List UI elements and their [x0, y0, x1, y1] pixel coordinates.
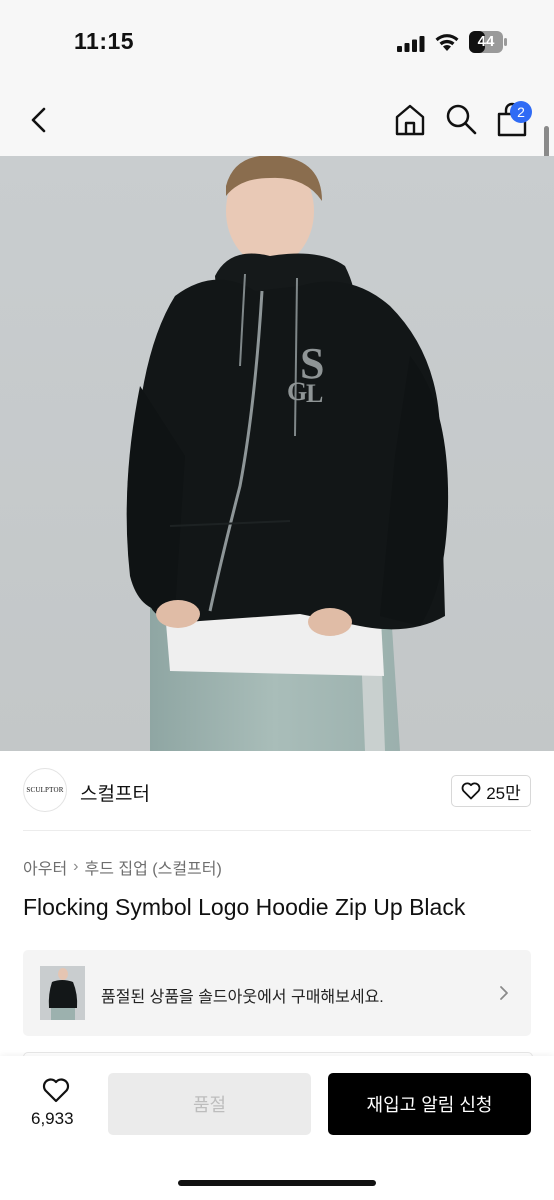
- brand-like-button[interactable]: 25만: [451, 775, 531, 807]
- nav-bar: [0, 84, 554, 156]
- product-title: Flocking Symbol Logo Hoodie Zip Up Black: [23, 894, 466, 920]
- search-icon[interactable]: [444, 102, 478, 136]
- brand-logo-text: SCULPTOR: [26, 786, 64, 794]
- wishlist-heart-icon[interactable]: [42, 1077, 70, 1103]
- svg-text:L: L: [306, 379, 323, 408]
- cart-count-badge: 2: [510, 101, 532, 123]
- battery-level: 44: [477, 33, 495, 50]
- breadcrumb: 아우터 › 후드 집업 (스컬프터): [23, 855, 222, 879]
- brand-logo[interactable]: SCULPTOR: [23, 768, 67, 812]
- wifi-icon: [435, 34, 459, 51]
- restock-notify-button[interactable]: 재입고 알림 신청: [328, 1073, 531, 1135]
- chevron-right-icon: [500, 986, 508, 1000]
- divider: [23, 830, 531, 831]
- home-indicator: [178, 1180, 376, 1186]
- breadcrumb-subcategory[interactable]: 후드 집업 (스컬프터): [85, 855, 222, 879]
- home-icon[interactable]: [392, 102, 428, 138]
- back-icon[interactable]: [26, 106, 54, 134]
- status-time: 11:15: [74, 28, 135, 54]
- product-image[interactable]: S G L: [0, 156, 554, 751]
- wishlist-count: 6,933: [31, 1109, 74, 1128]
- soldout-button: 품절: [108, 1073, 311, 1135]
- signal-icon: [397, 36, 425, 52]
- breadcrumb-category[interactable]: 아우터: [23, 855, 67, 879]
- banner-thumbnail: [40, 966, 85, 1020]
- brand-like-count: 25만: [486, 783, 521, 803]
- svg-text:G: G: [287, 377, 307, 406]
- product-photo: S G L: [0, 156, 554, 751]
- soldout-marketplace-banner[interactable]: 품절된 상품을 솔드아웃에서 구매해보세요.: [23, 950, 531, 1036]
- status-bar: 11:15 44: [0, 0, 554, 84]
- banner-text: 품절된 상품을 솔드아웃에서 구매해보세요.: [101, 989, 384, 1006]
- brand-name[interactable]: 스컬프터: [80, 779, 150, 806]
- heart-icon: [461, 782, 481, 800]
- chevron-right-icon: ›: [73, 858, 79, 875]
